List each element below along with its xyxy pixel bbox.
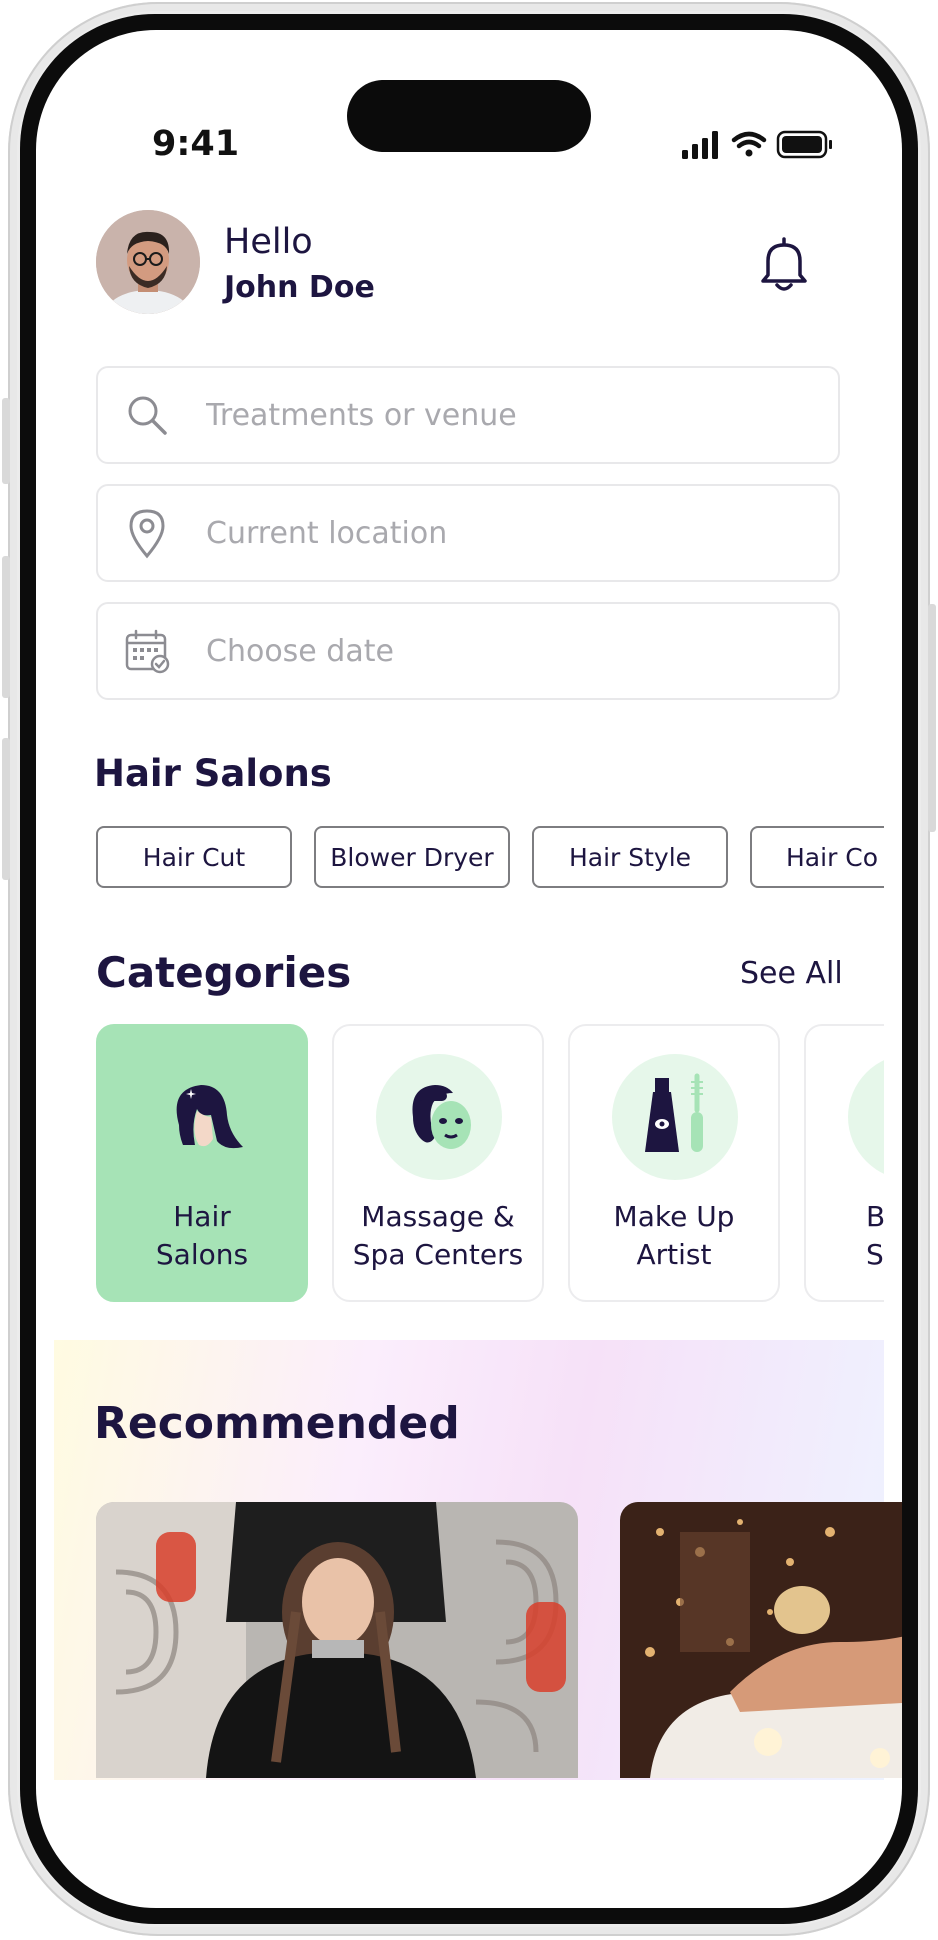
greeting: Hello — [224, 222, 313, 262]
makeup-icon — [645, 1073, 703, 1152]
categories-list: Hair Salons Massage & Spa Centers Make U… — [96, 1024, 884, 1304]
recommended-card-hair-salon[interactable] — [96, 1502, 578, 1778]
status-icons — [682, 130, 842, 164]
category-label: Hair Salons — [155, 1200, 249, 1271]
dynamic-island — [347, 80, 591, 152]
avatar[interactable] — [96, 210, 200, 314]
chip-hair-cut[interactable]: Hair Cut — [96, 826, 292, 888]
volume-up-button — [2, 556, 10, 698]
hair-salons-chips: Hair Cut Blower Dryer Hair Style Hair Co — [96, 826, 884, 892]
category-massage-spa[interactable]: Massage & Spa Centers — [332, 1024, 544, 1302]
battery-icon — [776, 130, 832, 159]
face-mask-icon — [412, 1085, 471, 1149]
volume-down-button — [2, 738, 10, 880]
recommended-title: Recommended — [94, 1398, 460, 1449]
power-button — [928, 604, 936, 832]
hair-salons-title: Hair Salons — [94, 752, 332, 795]
status-time: 9:41 — [152, 124, 240, 164]
search-icon — [124, 392, 170, 438]
category-label: B S — [866, 1200, 884, 1271]
location-input[interactable] — [204, 514, 768, 552]
action-button — [2, 398, 10, 484]
location-field[interactable] — [96, 484, 840, 582]
spa-massage-photo — [620, 1502, 902, 1778]
category-label: Massage & Spa Centers — [352, 1200, 524, 1271]
chip-hair-color[interactable]: Hair Co — [750, 826, 884, 888]
wifi-icon — [731, 131, 767, 157]
category-hair-salons[interactable]: Hair Salons — [96, 1024, 308, 1302]
chip-blower-dryer[interactable]: Blower Dryer — [314, 826, 510, 888]
category-make-up-artist[interactable]: Make Up Artist — [568, 1024, 780, 1302]
category-label: Make Up Artist — [613, 1200, 735, 1271]
woman-hair-icon — [176, 1085, 243, 1149]
categories-title: Categories — [96, 948, 352, 997]
search-input[interactable] — [204, 396, 768, 434]
location-pin-icon — [124, 509, 170, 559]
user-name: John Doe — [224, 270, 375, 305]
beauty-icon — [871, 1077, 884, 1157]
recommended-card-spa[interactable] — [620, 1502, 902, 1778]
notification-bell-icon[interactable] — [758, 235, 810, 297]
date-field[interactable] — [96, 602, 840, 700]
signal-icon — [682, 131, 718, 159]
date-input[interactable] — [204, 632, 768, 670]
calendar-icon — [124, 628, 170, 674]
chip-hair-style[interactable]: Hair Style — [532, 826, 728, 888]
app-screen: 9:41 Hello John Doe Treatments or venue … — [36, 30, 902, 1908]
category-beauty-salon[interactable]: B S — [804, 1024, 884, 1302]
search-field[interactable] — [96, 366, 840, 464]
see-all-link[interactable]: See All — [740, 956, 843, 991]
hair-salon-photo — [96, 1502, 578, 1778]
